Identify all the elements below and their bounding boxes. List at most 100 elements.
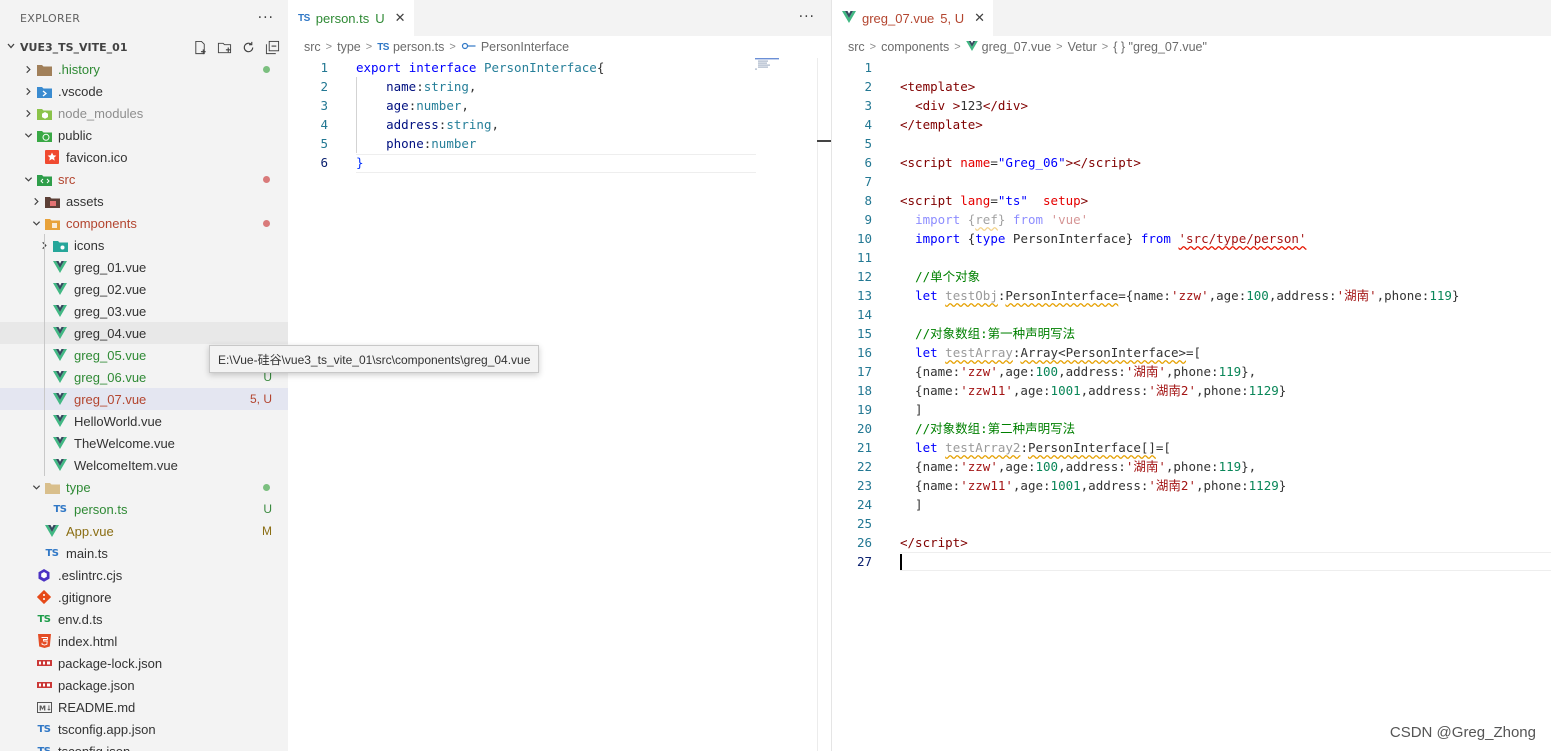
chevron-right-icon: > xyxy=(365,41,373,53)
code-line: name:string, xyxy=(386,79,477,94)
breadcrumb-item[interactable]: components xyxy=(881,40,949,54)
breadcrumb-item[interactable]: src xyxy=(848,40,865,54)
refresh-icon[interactable] xyxy=(240,39,256,55)
vue-icon xyxy=(52,413,68,429)
tree-item[interactable]: .eslintrc.cjs xyxy=(0,564,288,586)
tree-item[interactable]: type xyxy=(0,476,288,498)
tree-item[interactable]: TS main.ts xyxy=(0,542,288,564)
code-line: <template> xyxy=(900,79,976,94)
breadcrumb-item[interactable]: src xyxy=(304,40,321,54)
close-icon[interactable]: ✕ xyxy=(395,10,406,26)
status-badge: M xyxy=(262,524,272,538)
tree-item[interactable]: .vscode xyxy=(0,80,288,102)
code-line: <script name="Greg_06"></script> xyxy=(900,155,1141,170)
tree-item[interactable]: .gitignore xyxy=(0,586,288,608)
line-number: 23 xyxy=(856,478,872,493)
code-line: {name:'zzw11',age:1001,address:'湖南2',pho… xyxy=(900,383,1287,398)
code-editor-right[interactable]: 1 2 3 4 5 6 7 8 9 10 11 12 13 14 15 16 17 18 19 20 21 22 23 24 2… xyxy=(832,58,1551,571)
line-number: 20 xyxy=(856,421,872,436)
tree-item-label: greg_07.vue xyxy=(74,391,147,407)
html-icon xyxy=(36,633,52,649)
line-number: 5 xyxy=(320,136,328,151)
code-line: <script lang="ts" setup> xyxy=(900,193,1089,208)
tree-item[interactable]: assets xyxy=(0,190,288,212)
tree-item[interactable]: package-lock.json xyxy=(0,652,288,674)
status-badge: U xyxy=(263,502,272,516)
tree-item-label: main.ts xyxy=(66,545,108,561)
tree-item-label: tsconfig.json xyxy=(58,743,131,751)
line-number: 17 xyxy=(856,364,872,379)
code-editor-left[interactable]: 1 2 3 4 5 6 export interface PersonInterface{… xyxy=(288,58,831,173)
interface-symbol-icon xyxy=(461,40,477,54)
tree-item[interactable]: M↓ README.md xyxy=(0,696,288,718)
new-folder-icon[interactable] xyxy=(216,39,232,55)
line-number: 2 xyxy=(864,79,872,94)
type-folder-icon xyxy=(44,479,60,495)
tree-item-label: .gitignore xyxy=(58,589,112,605)
chevron-down-icon xyxy=(20,168,36,190)
tree-item[interactable]: TS tsconfig.app.json xyxy=(0,718,288,740)
breadcrumb-item[interactable]: Vetur xyxy=(1068,40,1097,54)
collapse-all-icon[interactable] xyxy=(264,39,280,55)
explorer-more-icon[interactable]: ··· xyxy=(258,10,274,26)
tab-status: 5, U xyxy=(940,10,965,26)
tab-greg-07-vue[interactable]: greg_07.vue 5, U ✕ xyxy=(832,0,995,36)
tree-item[interactable]: public xyxy=(0,124,288,146)
chevron-right-icon xyxy=(20,102,36,124)
tree-item[interactable]: components xyxy=(0,212,288,234)
scrollbar[interactable] xyxy=(817,58,831,751)
project-root[interactable]: VUE3_TS_VITE_01 xyxy=(0,36,288,58)
assets-folder-icon xyxy=(44,193,60,209)
tree-item[interactable]: node_modules xyxy=(0,102,288,124)
line-number: 26 xyxy=(856,535,872,550)
tree-item[interactable]: TS person.ts U xyxy=(0,498,288,520)
tree-item-label: components xyxy=(66,215,137,231)
tree-item[interactable]: App.vue M xyxy=(0,520,288,542)
line-number: 7 xyxy=(864,174,872,189)
tree-item-label: icons xyxy=(74,237,105,253)
tree-item[interactable]: src xyxy=(0,168,288,190)
tab-person-ts[interactable]: TS person.ts U ✕ xyxy=(288,0,415,36)
breadcrumb-item[interactable]: greg_07.vue xyxy=(982,40,1052,54)
status-dot xyxy=(263,176,270,183)
close-icon[interactable]: ✕ xyxy=(974,10,985,26)
tree-item-label: env.d.ts xyxy=(58,611,103,627)
vue-icon xyxy=(44,523,60,539)
code-line: </template> xyxy=(900,117,983,132)
tree-item-label: node_modules xyxy=(58,105,144,121)
npm-icon xyxy=(36,655,52,671)
tree-item-label: greg_03.vue xyxy=(74,303,147,319)
breadcrumb-item[interactable]: person.ts xyxy=(393,40,444,54)
icons-folder-icon xyxy=(52,237,68,253)
typescript-icon: TS xyxy=(298,12,310,24)
tree-item-label: public xyxy=(58,127,92,143)
breadcrumb-item[interactable]: type xyxy=(337,40,361,54)
tree-item-label: package.json xyxy=(58,677,135,693)
vue-icon xyxy=(965,40,978,54)
project-actions xyxy=(192,39,280,55)
tree-item-label: greg_02.vue xyxy=(74,281,147,297)
history-folder-icon xyxy=(36,61,52,77)
code-line: //对象数组:第二种声明写法 xyxy=(915,421,1076,436)
new-file-icon[interactable] xyxy=(192,39,208,55)
tree-item[interactable]: index.html xyxy=(0,630,288,652)
tree-item[interactable]: package.json xyxy=(0,674,288,696)
typescript-def-icon: TS xyxy=(37,613,51,625)
tsconfig-icon: TS xyxy=(37,723,51,735)
tab-label: person.ts xyxy=(315,10,370,26)
tree-item[interactable]: TS env.d.ts xyxy=(0,608,288,630)
breadcrumb-item[interactable]: PersonInterface xyxy=(481,40,569,54)
editor-group-left: TS person.ts U ✕ ··· src > type > TS per… xyxy=(288,0,831,751)
code-line: address:string, xyxy=(386,117,500,132)
tree-item-label: favicon.ico xyxy=(66,149,128,165)
breadcrumb-item[interactable]: { } "greg_07.vue" xyxy=(1113,40,1207,54)
chevron-right-icon: > xyxy=(325,41,333,53)
more-actions-icon[interactable]: ··· xyxy=(799,9,815,25)
path-tooltip: E:\Vue-硅谷\vue3_ts_vite_01\src\components… xyxy=(209,345,540,373)
tree-item[interactable]: .history xyxy=(0,58,288,80)
tree-item[interactable]: favicon.ico xyxy=(0,146,288,168)
typescript-icon: TS xyxy=(53,503,67,515)
tree-item[interactable]: TS tsconfig.json xyxy=(0,740,288,751)
